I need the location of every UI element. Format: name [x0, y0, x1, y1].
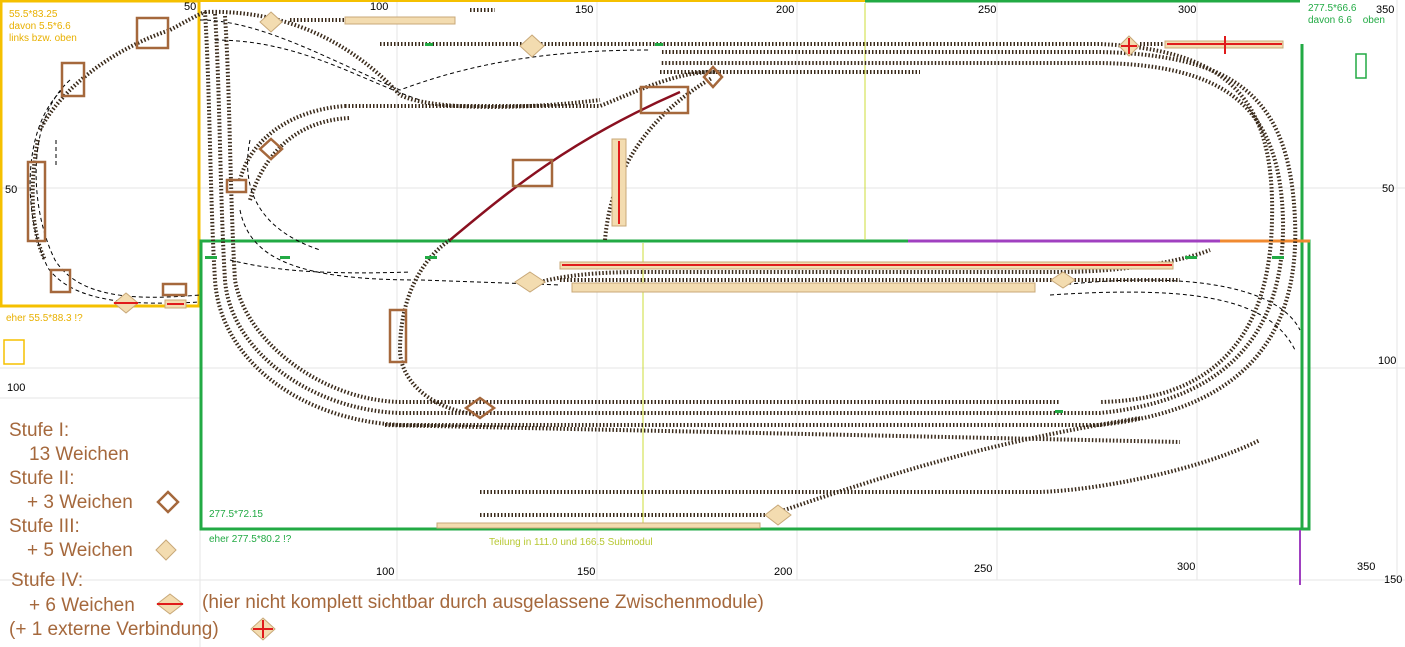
- platform-red-lines: [562, 43, 1282, 266]
- platforms: [344, 16, 1284, 529]
- right-module-info: 277.5*66.6 davon 6.6 oben: [1308, 3, 1385, 27]
- right-module-note: oben: [1362, 15, 1385, 26]
- left-module-size: 55.5*83.25: [9, 9, 58, 20]
- left-module-info: 55.5*83.25 davon 5.5*6.6 links bzw. oben: [9, 9, 77, 45]
- track-plan-canvas: [0, 0, 1405, 647]
- axis-right-label: 100: [1378, 355, 1397, 367]
- legend-stage2-count: + 3 Weichen: [27, 492, 133, 513]
- axis-top-label: 250: [978, 4, 997, 16]
- axis-bottom-label: 300: [1177, 561, 1196, 573]
- bottom-module-size: 277.5*72.15: [209, 509, 263, 520]
- legend-stage2-title: Stufe II:: [9, 468, 75, 489]
- insulation-markers: [205, 43, 1284, 413]
- hidden-tracks: [29, 19, 1301, 351]
- axis-bottom-label: 350: [1357, 561, 1376, 573]
- axis-bottom-label: 100: [376, 566, 395, 578]
- legend-stage3-count: + 5 Weichen: [27, 540, 133, 561]
- legend-stage1-title: Stufe I:: [9, 420, 70, 441]
- axis-bottom-label: 250: [974, 563, 993, 575]
- module-right-marker: [1355, 53, 1367, 79]
- axis-bottom-label: 200: [774, 566, 793, 578]
- right-module-size: 277.5*66.6: [1308, 3, 1357, 14]
- module-left-outline: [0, 0, 865, 308]
- legend-stage4-count: + 6 Weichen: [29, 595, 135, 616]
- right-module-sub: davon 6.6: [1308, 15, 1352, 26]
- right-module-sub-row: davon 6.6 oben: [1308, 15, 1385, 27]
- axis-left-label: 100: [7, 382, 26, 394]
- axis-top-label: 300: [1178, 4, 1197, 16]
- legend-stage2-icon: [156, 490, 180, 514]
- bottom-module-alt: eher 277.5*80.2 !?: [209, 534, 292, 545]
- division-note: Teilung in 111.0 und 166.5 Submodul: [489, 537, 653, 548]
- axis-right-label: 50: [1382, 183, 1395, 195]
- axis-top-label: 100: [370, 1, 389, 13]
- axis-left-label: 50: [5, 184, 18, 196]
- legend-stage4-note: (hier nicht komplett sichtbar durch ausg…: [202, 592, 764, 613]
- legend-external: (+ 1 externe Verbindung): [9, 619, 219, 640]
- axis-right-label: 150: [1384, 574, 1403, 586]
- legend-stage3-icon: [155, 539, 177, 561]
- legend-stage1-count: 13 Weichen: [29, 444, 129, 465]
- legend-stage4-title: Stufe IV:: [11, 570, 84, 591]
- left-module-alt: eher 55.5*88.3 !?: [6, 313, 83, 324]
- left-module-sub: davon 5.5*6.6: [9, 21, 71, 32]
- axis-top-label: 150: [575, 4, 594, 16]
- axis-top-label: 50: [184, 1, 197, 13]
- left-module-note: links bzw. oben: [9, 33, 77, 44]
- axis-top-label: 200: [776, 4, 795, 16]
- module-left-marker: [3, 339, 25, 365]
- legend-stage3-title: Stufe III:: [9, 516, 80, 537]
- grid: [0, 0, 1405, 647]
- axis-bottom-label: 150: [577, 566, 596, 578]
